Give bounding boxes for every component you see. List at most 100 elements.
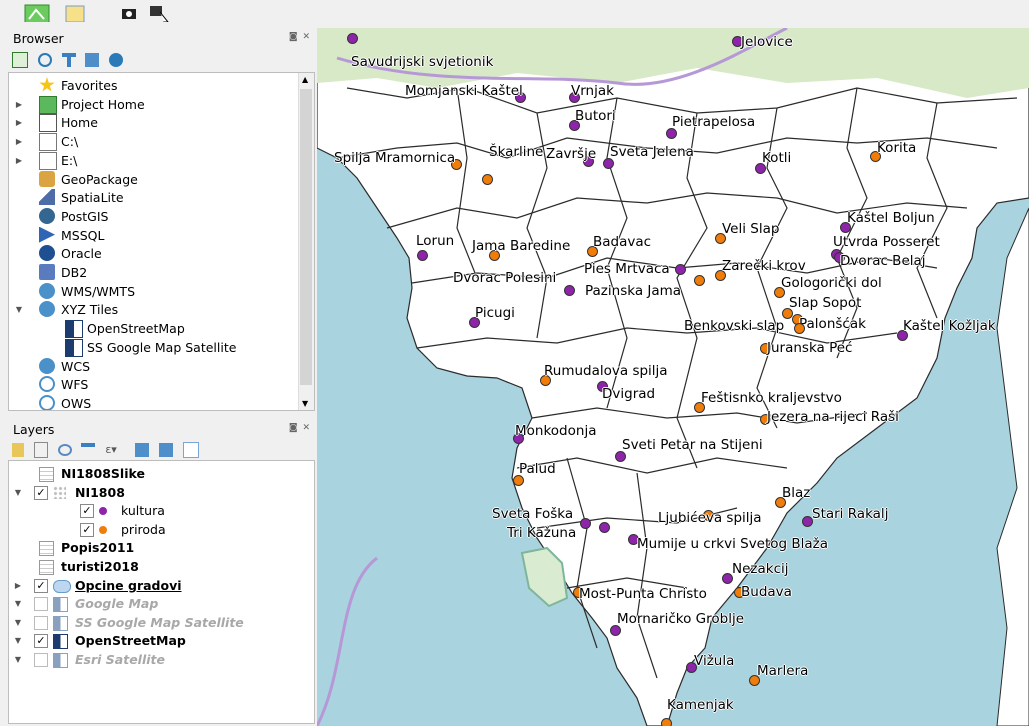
scroll-down-icon[interactable]: ▼ [302,399,308,408]
add-layer-icon[interactable] [12,52,28,68]
browser-item-label: C:\ [61,134,79,150]
remove-layer-icon[interactable] [182,442,199,458]
browser-scrollbar[interactable]: ▲ ▼ [298,73,314,410]
browser-item-label: WMS/WMTS [61,283,136,299]
place-label: Zarečki krov [722,258,806,274]
expand-arrow-icon[interactable]: ▶ [13,577,23,595]
kultura-point[interactable] [675,264,686,275]
layer-visibility-checkbox[interactable]: ✓ [80,522,94,537]
kultura-point[interactable] [580,518,591,529]
layer-item-label: NI1808Slike [61,466,145,481]
expression-icon[interactable]: ε▾ [105,443,125,457]
layer-visibility-checkbox[interactable] [34,653,48,667]
collapse-arrow-icon[interactable]: ▼ [14,300,24,319]
place-label: Slap Sopot [789,295,862,311]
identify-icon[interactable] [148,4,172,22]
browser-toolbar [12,52,129,70]
priroda-point[interactable] [482,174,493,185]
place-label: Sveta Jelena [610,144,694,160]
tile-icon [53,597,68,613]
kultura-point[interactable] [347,33,358,44]
home-icon [39,114,57,133]
layer-item-label: NI1808 [75,484,125,500]
kultura-point[interactable] [564,285,575,296]
mssql-icon [39,226,55,243]
place-label: Picugi [475,305,515,321]
collapse-all-icon[interactable] [158,443,173,457]
place-label: Badavac [593,234,652,250]
scroll-up-icon[interactable]: ▲ [302,75,308,84]
place-label: Dvorac Polesini [453,270,557,286]
browser-tree[interactable]: Favorites ▶ Project Home ▶ Home ▶ C:\ ▶ E:\ GeoPa… [8,72,315,411]
info-icon[interactable] [109,53,124,67]
add-group-icon[interactable] [33,442,48,458]
place-label: Kamenjak [667,697,734,713]
browser-item-label: WCS [61,358,91,374]
expand-arrow-icon[interactable]: ▶ [14,113,24,132]
collapse-arrow-icon[interactable]: ▼ [13,484,23,502]
wms-icon [39,282,55,299]
place-label: Feštisnko kraljevstvo [701,390,842,406]
place-label: Marlera [757,663,809,679]
browser-item-label: Favorites [61,78,118,93]
tile-icon [53,653,68,668]
place-label: Ljubićeva spilja [658,510,762,526]
style-icon[interactable] [12,443,24,457]
table-icon [39,541,54,557]
place-label: Pies Mrtvaca [584,261,670,277]
place-label: Korita [877,140,917,156]
place-label: Dvorac Belaj [840,253,926,269]
layer-visibility-checkbox[interactable]: ✓ [34,578,48,593]
expand-all-icon[interactable] [135,443,150,457]
ows-icon [39,394,55,410]
expand-arrow-icon[interactable]: ▶ [14,132,24,151]
select-icon[interactable] [64,4,86,22]
visibility-icon[interactable] [57,444,72,456]
left-dock: Browser ◙ ✕ Favorites ▶ Project Home ▶ Home ▶… [0,28,317,726]
place-label: Jelovice [741,34,793,50]
tile-icon [65,338,83,357]
layer-visibility-checkbox[interactable] [34,615,48,630]
priroda-point[interactable] [661,718,672,726]
camera-icon[interactable] [120,4,138,22]
points-icon [53,485,66,499]
xyz-icon [39,301,55,318]
place-label: Monkodonja [515,423,597,439]
scrollbar-thumb[interactable] [300,89,312,385]
priroda-dot [99,525,107,534]
oracle-icon [39,245,55,262]
kultura-point[interactable] [417,250,428,261]
layers-tree[interactable]: NI1808Slike ▼ ✓ NI1808 ✓ kultura ✓ priroda Popis… [8,460,315,724]
zoom-full-icon[interactable] [24,4,50,22]
map-canvas[interactable]: Savudrijski svjetionik Jelovice Momjanski … [317,28,1029,726]
layer-visibility-checkbox[interactable]: ✓ [34,485,48,500]
filter-icon[interactable] [81,443,96,457]
filter-icon[interactable] [61,53,76,67]
expand-arrow-icon[interactable]: ▶ [14,95,24,114]
collapse-arrow-icon[interactable]: ▼ [13,614,23,632]
db2-icon [39,264,55,280]
place-label: Momjanski Kaštel [405,83,523,99]
refresh-icon[interactable] [37,53,52,67]
collapse-icon[interactable] [85,53,100,67]
layers-panel-controls[interactable]: ◙ ✕ [289,423,311,433]
priroda-point[interactable] [694,275,705,286]
browser-panel-controls[interactable]: ◙ ✕ [289,32,311,42]
expand-arrow-icon[interactable]: ▶ [14,151,24,170]
place-label: Vižula [694,653,735,669]
browser-item-label: MSSQL [61,227,105,243]
place-label: Završje [546,146,597,162]
layer-visibility-checkbox[interactable]: ✓ [80,504,94,519]
collapse-arrow-icon[interactable]: ▼ [13,595,23,613]
kultura-point[interactable] [599,522,610,533]
place-label: Utvrda Posseret [833,234,940,250]
spatialite-icon [39,189,55,206]
layer-visibility-checkbox[interactable]: ✓ [34,634,48,649]
collapse-arrow-icon[interactable]: ▼ [13,632,23,650]
place-label: Nezakcij [732,561,789,577]
layer-visibility-checkbox[interactable] [34,597,48,612]
collapse-arrow-icon[interactable]: ▼ [13,651,23,669]
priroda-point[interactable] [794,323,805,334]
drive-icon [39,151,57,170]
browser-item-label: WFS [61,377,89,393]
